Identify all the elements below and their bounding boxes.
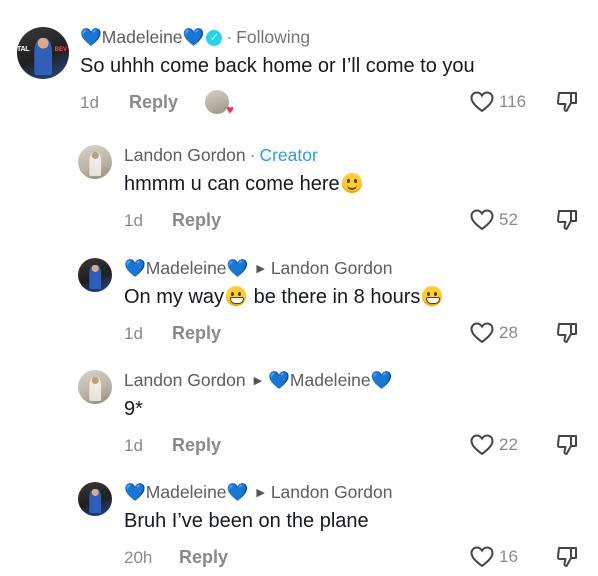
username[interactable]: Landon Gordon (124, 145, 246, 166)
reply-button[interactable]: Reply (172, 210, 221, 231)
dislike-button[interactable] (556, 91, 578, 118)
avatar-sign-text: TAL (17, 45, 30, 53)
comment-text-part-1: On my way (124, 286, 225, 308)
like-count: 116 (499, 92, 527, 111)
heart-outline-icon (470, 209, 494, 231)
comment-time: 1d (124, 211, 143, 230)
like-count: 28 (499, 323, 518, 342)
comment-text-part-2: be there in 8 hours (248, 286, 421, 308)
like-button[interactable]: 52 (470, 209, 518, 231)
avatar[interactable] (78, 370, 112, 404)
avatar-figure (89, 489, 101, 514)
comment-text-content: hmmm u can come here (124, 173, 340, 195)
comment-header: Landon Gordon · Creator (124, 145, 318, 166)
comment-time: 1d (80, 93, 99, 112)
reply-button[interactable]: Reply (129, 92, 178, 113)
thumbs-down-icon (556, 210, 577, 230)
avatar-sign-text-2: BEV (54, 46, 67, 53)
like-count: 16 (499, 547, 518, 566)
like-button[interactable]: 22 (470, 434, 518, 456)
comment-header: 💙Madeleine💙 ✓ · Following (80, 27, 310, 48)
following-label[interactable]: Following (236, 27, 310, 48)
like-button[interactable]: 16 (470, 546, 518, 568)
reply-button[interactable]: Reply (172, 435, 221, 456)
avatar[interactable]: TAL BEV (17, 27, 69, 79)
comment-text: hmmm u can come here (124, 173, 364, 196)
avatar-figure (34, 38, 52, 75)
heart-outline-icon (470, 546, 494, 568)
comment-header: 💙Madeleine💙 ▶ Landon Gordon (124, 258, 392, 279)
username[interactable]: 💙Madeleine💙 (80, 27, 204, 48)
like-count: 22 (499, 435, 518, 454)
comment-text: On my way be there in 8 hours (124, 286, 444, 309)
comment-time: 20h (124, 548, 153, 567)
liked-heart-icon: ♥ (226, 102, 234, 117)
thumbs-down-icon (556, 435, 577, 455)
creator-liked-avatar-icon: ♥ (205, 90, 234, 117)
dislike-button[interactable] (556, 546, 578, 573)
heart-outline-icon (470, 322, 494, 344)
avatar[interactable] (78, 258, 112, 292)
comment-header: Landon Gordon ▶ 💙Madeleine💙 (124, 370, 392, 391)
triangle-right-icon: ▶ (256, 487, 265, 499)
reply-to-username[interactable]: 💙Madeleine💙 (268, 370, 392, 391)
comment-time: 1d (124, 436, 143, 455)
reply-to-username[interactable]: Landon Gordon (271, 258, 393, 279)
slightly-smiling-emoji-icon (341, 173, 362, 193)
avatar-figure (89, 152, 101, 177)
thumbs-down-icon (556, 92, 577, 112)
like-count: 52 (499, 210, 518, 229)
dislike-button[interactable] (556, 209, 578, 236)
dislike-button[interactable] (556, 322, 578, 349)
triangle-right-icon: ▶ (256, 263, 265, 275)
separator-dot: · (249, 145, 256, 165)
creator-badge: Creator (259, 145, 318, 165)
reply-button[interactable]: Reply (172, 323, 221, 344)
comment-text: 9* (124, 398, 143, 420)
heart-outline-icon (470, 434, 494, 456)
reply-to-username[interactable]: Landon Gordon (271, 482, 393, 503)
heart-outline-icon (470, 91, 494, 113)
separator-dot: · (226, 27, 233, 47)
avatar-figure (89, 265, 101, 290)
thumbs-down-icon (556, 323, 577, 343)
comment-header: 💙Madeleine💙 ▶ Landon Gordon (124, 482, 392, 503)
dislike-button[interactable] (556, 434, 578, 461)
like-button[interactable]: 116 (470, 91, 526, 113)
comment-text: Bruh I’ve been on the plane (124, 510, 369, 532)
grinning-emoji-icon (422, 286, 443, 306)
comment-text: So uhhh come back home or I’ll come to y… (80, 55, 475, 77)
like-button[interactable]: 28 (470, 322, 518, 344)
avatar-figure (89, 377, 101, 402)
avatar[interactable] (78, 145, 112, 179)
grinning-emoji-icon (226, 286, 247, 306)
avatar[interactable] (78, 482, 112, 516)
reply-button[interactable]: Reply (179, 547, 228, 568)
thumbs-down-icon (556, 547, 577, 567)
username[interactable]: 💙Madeleine💙 (124, 258, 248, 279)
username[interactable]: Landon Gordon (124, 370, 246, 391)
triangle-right-icon: ▶ (253, 375, 263, 387)
comment-time: 1d (124, 324, 143, 343)
verified-badge-icon: ✓ (206, 29, 223, 46)
username[interactable]: 💙Madeleine💙 (124, 482, 248, 503)
